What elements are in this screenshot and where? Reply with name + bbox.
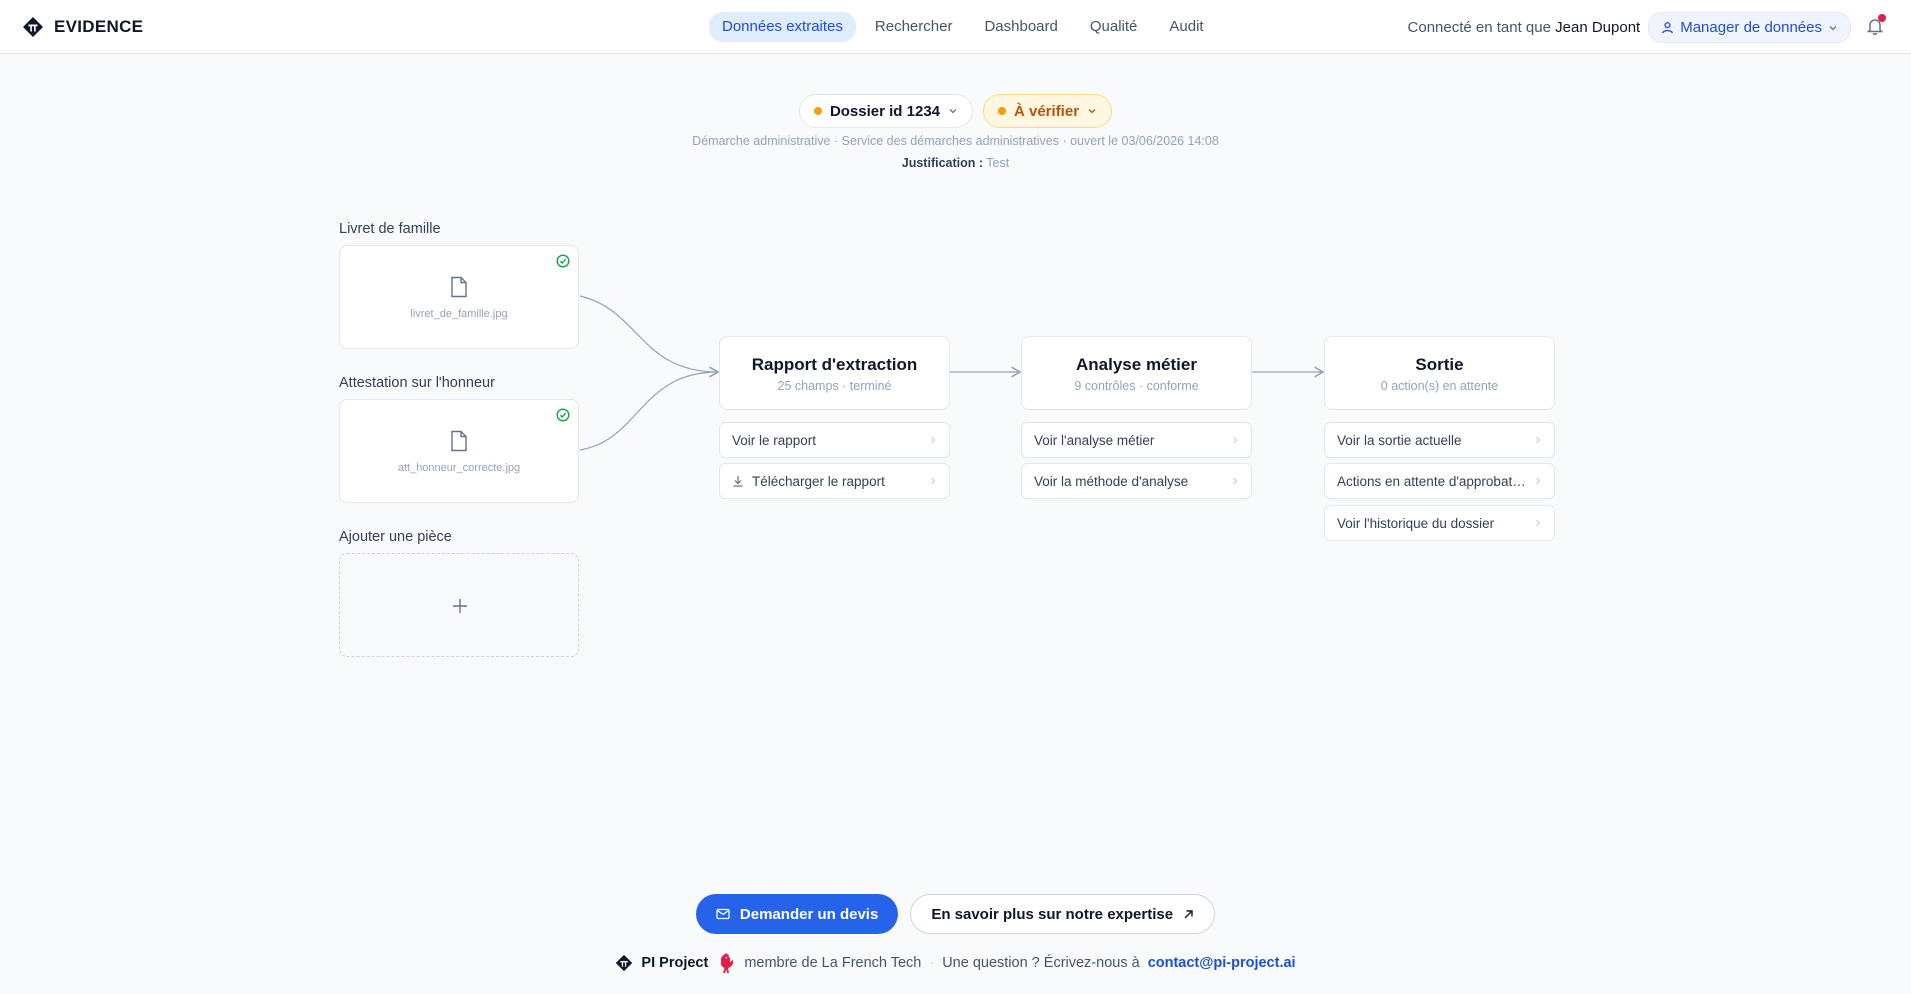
status-select[interactable]: À vérifier [983,94,1113,128]
stage-subtitle: 9 contrôles · conforme [1074,379,1199,393]
connected-as-text: Connecté en tant que Jean Dupont [1408,19,1641,36]
french-tech-member: membre de La French Tech [744,955,922,971]
stage-sortie[interactable]: Sortie 0 action(s) en attente [1324,336,1555,410]
nav-item-qualite[interactable]: Qualité [1077,12,1151,42]
stage-title: Analyse métier [1076,355,1197,374]
demander-devis-button[interactable]: Demander un devis [695,894,899,934]
nav-item-rechercher[interactable]: Rechercher [862,12,966,42]
dossier-select[interactable]: Dossier id 1234 [798,94,973,128]
contact-email-link[interactable]: contact@pi-project.ai [1148,955,1296,971]
voir-analyse-metier-button[interactable]: Voir l'analyse métier [1021,422,1252,458]
justification-value: Test [986,156,1010,170]
plus-icon [453,599,467,613]
add-piece-dropzone[interactable] [339,553,579,657]
piece-title-livret: Livret de famille [339,221,441,237]
stage-title: Rapport d'extraction [751,355,918,374]
external-arrow-icon [1184,909,1193,918]
stage-subtitle: 25 champs · terminé [777,379,892,393]
piece-filename: att_honneur_correcte.jpg [397,462,521,474]
dossier-id: Dossier id 1234 [829,102,940,120]
action-label: Voir le rapport [732,432,817,448]
user-area: Connecté en tant que Jean Dupont Manager… [1408,12,1851,43]
voir-historique-dossier-button[interactable]: Voir l'historique du dossier [1324,505,1555,541]
top-bar: EVIDENCE Données extraites Rechercher Da… [0,0,1911,54]
role-label: Manager de données [1680,19,1822,36]
action-label: Voir la sortie actuelle [1337,432,1462,448]
file-icon [451,276,467,298]
add-piece-title: Ajouter une pièce [339,529,452,545]
brand[interactable]: EVIDENCE [22,16,143,38]
stage-rapport-extraction[interactable]: Rapport d'extraction 25 champs · terminé [719,336,950,410]
piece-card-livret[interactable]: livret_de_famille.jpg [339,245,579,349]
separator: · [929,955,935,971]
stage-analyse-metier[interactable]: Analyse métier 9 contrôles · conforme [1021,336,1252,410]
chevron-right-icon [929,435,937,445]
chevron-down-icon [1088,109,1096,114]
company-name: PI Project [641,955,709,971]
role-dropdown[interactable]: Manager de données [1648,12,1851,43]
user-name: Jean Dupont [1555,19,1641,36]
chevron-right-icon [1231,435,1239,445]
actions-en-attente-button[interactable]: Actions en attente d'approbation [1324,463,1555,499]
piece-filename: livret_de_famille.jpg [410,308,508,320]
flow-connectors [579,295,1325,451]
action-label: Actions en attente d'approbation [1337,473,1526,489]
check-circle-icon [556,254,570,268]
brand-name: EVIDENCE [54,17,144,36]
voir-rapport-button[interactable]: Voir le rapport [719,422,950,458]
chevron-down-icon [949,109,957,114]
file-icon [451,430,467,452]
nav-item-audit[interactable]: Audit [1156,12,1216,42]
dossier-meta: Démarche administrative · Service des dé… [692,134,1219,148]
chevron-right-icon [1534,435,1542,445]
action-label: Télécharger le rapport [752,473,885,489]
piece-title-attestation: Attestation sur l'honneur [339,375,495,391]
chevron-right-icon [1231,476,1239,486]
chevron-down-icon [1829,25,1837,30]
voir-sortie-actuelle-button[interactable]: Voir la sortie actuelle [1324,422,1555,458]
question-text: Une question ? Écrivez-nous à [942,955,1140,971]
chevron-right-icon [929,476,937,486]
cta-secondary-label: En savoir plus sur notre expertise [931,905,1174,923]
en-savoir-plus-button[interactable]: En savoir plus sur notre expertise [910,894,1216,934]
voir-methode-analyse-button[interactable]: Voir la méthode d'analyse [1021,463,1252,499]
check-circle-icon [556,408,570,422]
cta-primary-label: Demander un devis [739,905,879,923]
main-nav: Données extraites Rechercher Dashboard Q… [709,12,1217,42]
dossier-status-dot [813,107,822,115]
status-label: À vérifier [1014,102,1080,120]
notification-badge [1878,14,1886,22]
footer: PI Project membre de La French Tech · Un… [0,952,1911,974]
telecharger-rapport-button[interactable]: Télécharger le rapport [719,463,950,499]
stage-title: Sortie [1415,355,1464,374]
status-dot [998,107,1006,115]
action-label: Voir la méthode d'analyse [1034,473,1189,489]
cta-row: Demander un devis En savoir plus sur not… [0,894,1911,934]
justification-label: Justification : [901,156,984,170]
user-icon [1662,22,1674,34]
stage-subtitle: 0 action(s) en attente [1380,379,1499,393]
chevron-right-icon [1534,518,1542,528]
mail-icon [716,908,730,920]
nav-item-donnees-extraites[interactable]: Données extraites [709,12,856,42]
pi-logo-icon [616,954,633,972]
dossier-header: Dossier id 1234 À vérifier [0,94,1911,128]
download-icon [732,475,744,487]
action-label: Voir l'analyse métier [1034,432,1155,448]
dossier-justification: Justification : Test [0,156,1911,170]
nav-item-dashboard[interactable]: Dashboard [971,12,1070,42]
french-tech-rooster-icon [721,953,734,973]
chevron-right-icon [1534,476,1542,486]
pi-logo-icon [23,17,43,37]
action-label: Voir l'historique du dossier [1337,515,1495,531]
piece-card-attestation[interactable]: att_honneur_correcte.jpg [339,399,579,503]
connected-prefix: Connecté en tant que [1407,19,1551,36]
